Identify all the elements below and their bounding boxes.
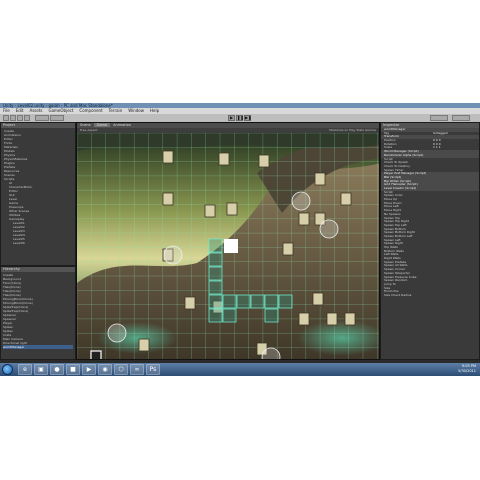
inspector-fields: Tag Untagged Transform Position 0 0 0 Rotatio… [381,131,479,298]
menu-item[interactable]: Window [128,108,144,113]
selected-tile [208,266,223,281]
folder-icon[interactable]: ■ [66,364,80,375]
level-block [298,312,310,326]
level-block [204,204,216,218]
selected-tile [208,280,223,295]
windows-taskbar: e ▣ ● ■ ▶ ◉ ⬡ ∞ Ps 9:05 PM 5/30/2011 [0,363,480,376]
selected-tile [208,308,223,323]
green-glow-left [97,322,177,354]
vs-icon[interactable]: ∞ [130,364,144,375]
level-block [258,154,270,168]
hand-tool-icon[interactable] [3,115,9,121]
level-block [282,242,294,256]
space-toggle[interactable] [50,115,64,121]
level-block [162,192,174,206]
selected-tile [222,308,237,323]
white-tile [224,239,238,253]
hierarchy-item[interactable]: worldManager [3,345,73,349]
unity-icon[interactable]: ⬡ [114,364,128,375]
field-label: Size Check Radius [384,292,412,297]
view-tab[interactable]: Game [93,123,111,127]
view-tab[interactable]: Scene [77,123,94,127]
clock-date: 5/30/2011 [458,369,476,373]
step-button[interactable]: ▶❚ [244,115,251,121]
selected-tile [278,294,293,309]
selected-tile [208,238,223,253]
level-block [340,192,352,206]
menu-item[interactable]: Help [150,108,159,113]
speaker-gizmo [163,245,183,265]
project-tree: Create Animations Editor Fonts Materials Mode… [1,128,75,246]
menu-item[interactable]: GameObject [48,108,73,113]
game-viewport[interactable] [77,133,379,359]
pivot-toggle[interactable] [35,115,49,121]
level-block [184,296,196,310]
hierarchy-tree: Create Background Floor(Clone) Tiles(Clone)… [1,272,75,350]
layout-dropdown[interactable] [452,115,470,121]
rotate-tool-icon[interactable] [17,115,23,121]
inspector-field[interactable]: Size Check Radius [381,292,479,298]
menu-item[interactable]: Assets [29,108,42,113]
speaker-gizmo [107,323,127,343]
level-block [226,202,238,216]
level-block [162,150,174,164]
game-scene-render [77,133,379,359]
level-block [298,212,310,226]
game-view: Scene Game Animation Free Aspect Maximize … [76,122,380,360]
firefox-icon[interactable]: ● [50,364,64,375]
layers-dropdown[interactable] [430,115,448,121]
player-start-marker [90,350,102,359]
selected-tile [236,294,251,309]
level-block [326,312,338,326]
inspector-panel: Inspector worldManager Tag Untagged Transf… [380,122,480,360]
pause-button[interactable]: ❚❚ [236,115,244,121]
level-block [344,312,356,326]
selected-tile [250,294,265,309]
selected-tile [208,252,223,267]
scale-tool-icon[interactable] [24,115,30,121]
menu-item[interactable]: Component [79,108,102,113]
menu-item[interactable]: Edit [16,108,24,113]
media-icon[interactable]: ▶ [82,364,96,375]
speaker-gizmo [319,219,339,239]
photoshop-icon[interactable]: Ps [146,364,160,375]
aspect-dropdown[interactable]: Free Aspect [77,128,98,132]
ie-icon[interactable]: e [18,364,32,375]
start-button[interactable] [2,364,13,375]
chrome-icon[interactable]: ◉ [98,364,112,375]
project-item[interactable]: Level06 [3,241,73,245]
unity-editor-window: Unity - Level02.unity - gaiah - PC and M… [0,103,480,376]
project-panel: Project Create Animations Editor Fonts Mater… [0,122,76,266]
level-block [218,152,230,166]
menu-item[interactable]: Terrain [109,108,123,113]
selected-tile [208,294,223,309]
level-block [312,292,324,306]
level-block [314,172,326,186]
move-tool-icon[interactable] [10,115,16,121]
play-button[interactable]: ▶ [228,115,235,121]
speaker-gizmo [291,191,311,211]
menu-item[interactable]: File [3,108,10,113]
selected-tile [264,308,279,323]
selected-tile [222,294,237,309]
hierarchy-panel: Hierarchy Create Background Floor(Clone) Ti… [0,266,76,360]
view-tab[interactable]: Animation [110,123,134,127]
taskbar-clock[interactable]: 9:05 PM 5/30/2011 [458,364,476,374]
level-block [138,338,150,352]
selected-tile [264,294,279,309]
explorer-icon[interactable]: ▣ [34,364,48,375]
